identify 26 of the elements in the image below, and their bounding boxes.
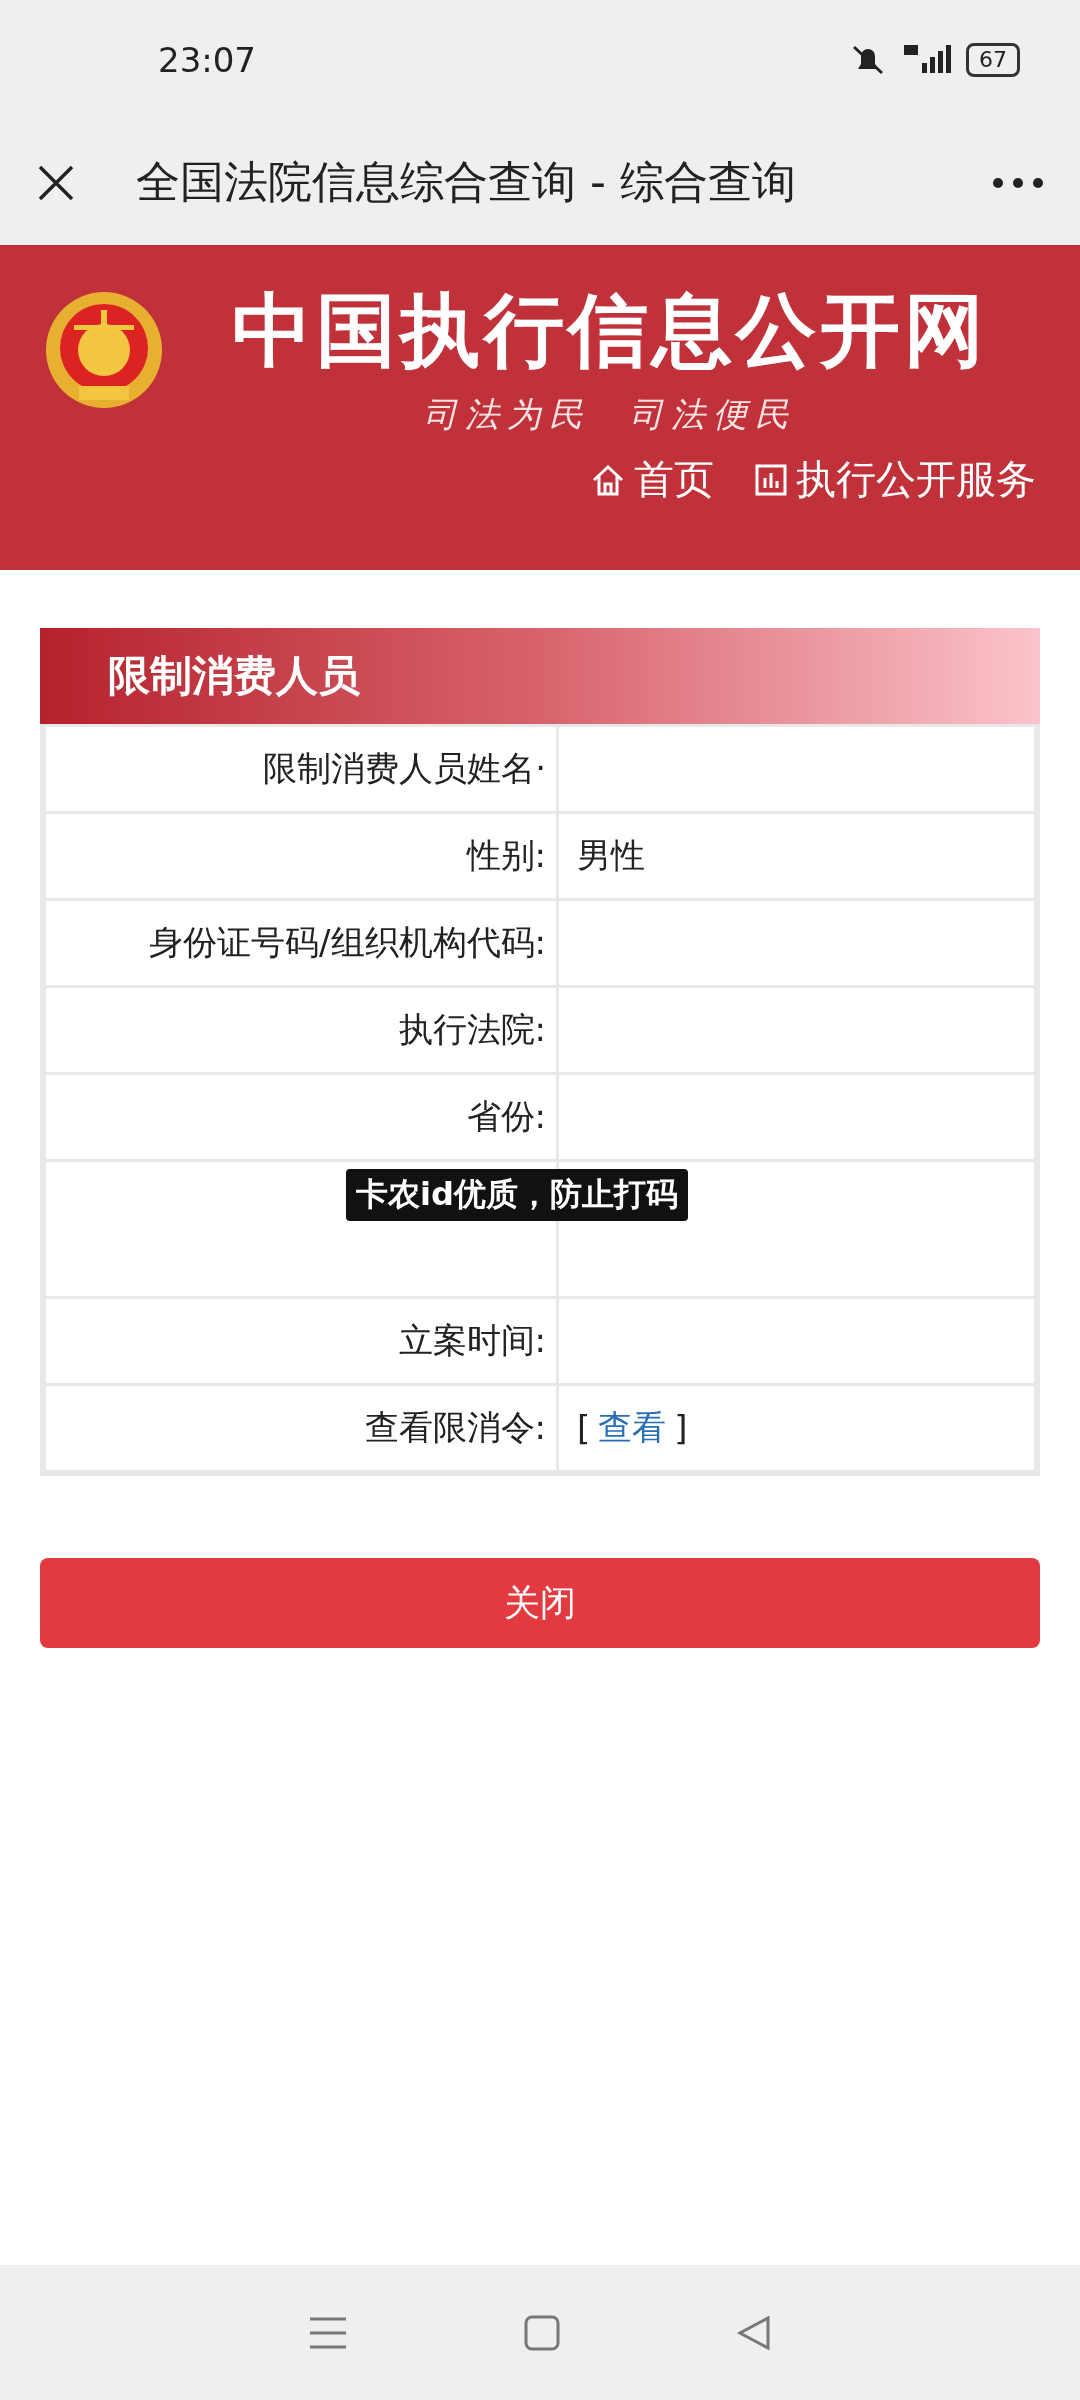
page-title: 全国法院信息综合查询 - 综合查询: [136, 155, 797, 209]
bracket: [: [577, 1408, 591, 1448]
field-label: 身份证号码/组织机构代码:: [149, 921, 546, 964]
field-label: 执行法院:: [398, 1008, 546, 1051]
field-value: 男性: [577, 834, 645, 877]
nav-link[interactable]: 执行公开服务: [754, 452, 1036, 507]
view-link[interactable]: 查看: [598, 1405, 667, 1451]
close-button[interactable]: 关闭: [40, 1558, 1040, 1648]
field-label: 性别:: [466, 834, 546, 877]
emblem-icon: [44, 290, 164, 410]
chart-icon: [754, 462, 788, 497]
bracket: ]: [674, 1408, 688, 1448]
slogan: 司法为民 司法便民: [423, 393, 797, 436]
field-label: 省份:: [466, 1095, 546, 1138]
site-name: 中国执行信息公开网: [232, 283, 988, 379]
field-label: 限制消费人员姓名·: [263, 747, 546, 790]
back-icon[interactable]: [736, 2314, 772, 2351]
more-icon[interactable]: [992, 176, 1044, 189]
overlay-caption: 卡农id优质，防止打码: [346, 1169, 688, 1221]
field-label: 立案时间:: [398, 1319, 546, 1362]
status-time: 23:07: [158, 40, 256, 80]
battery-icon: 67: [966, 43, 1020, 77]
nav-link[interactable]: 首页: [590, 452, 714, 507]
section-title: 限制消费人员: [108, 650, 360, 702]
home-button-icon[interactable]: [524, 2314, 560, 2351]
field-label: 查看限消令:: [364, 1406, 546, 1449]
